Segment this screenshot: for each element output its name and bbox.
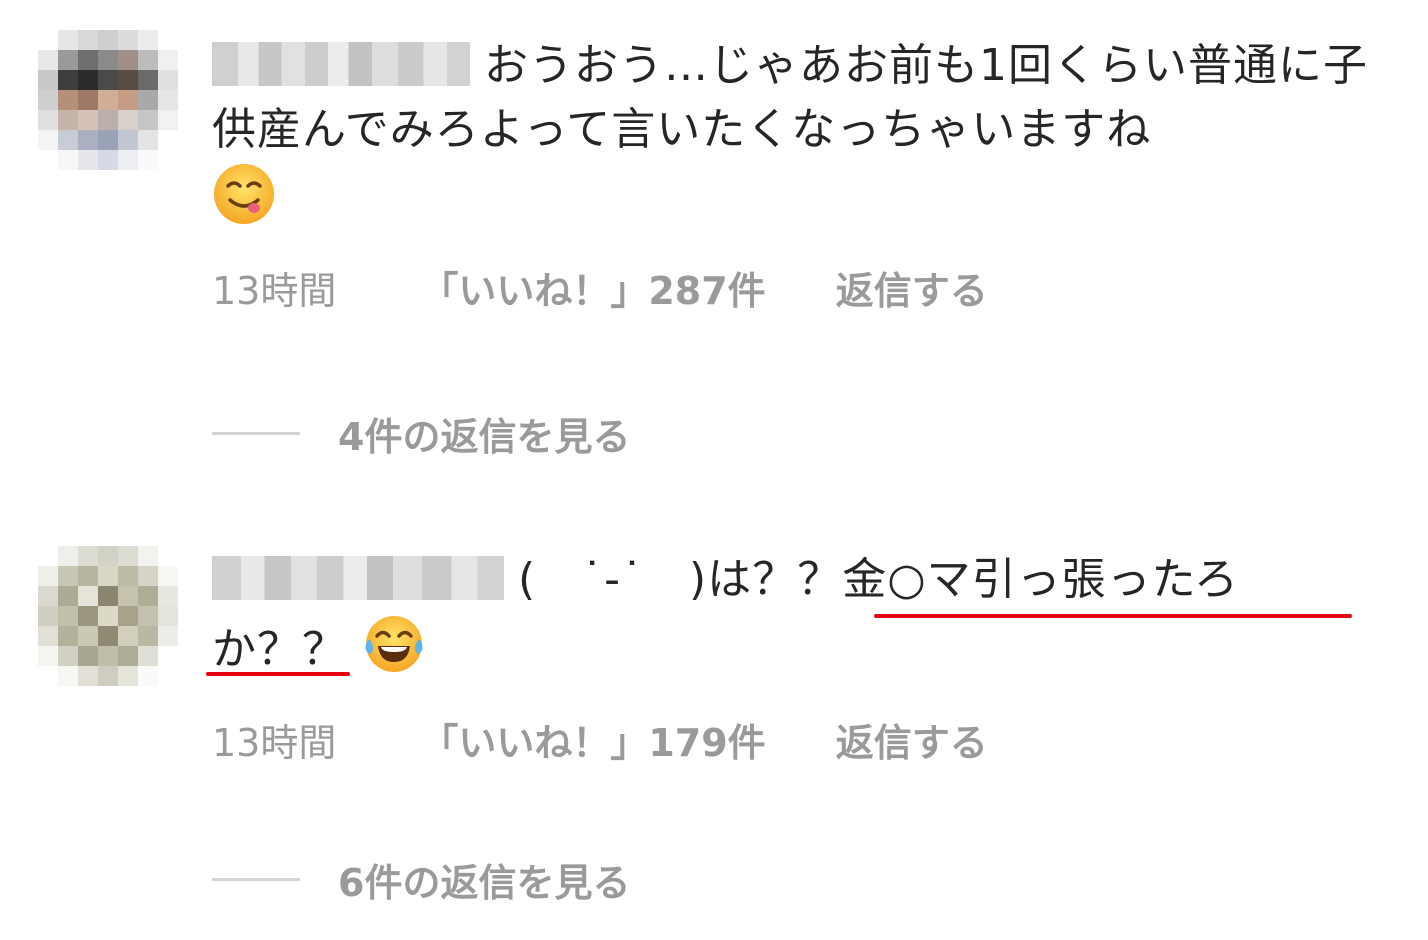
username-blurred[interactable] [212,42,470,86]
view-replies-label[interactable]: 6件の返信を見る [338,852,630,907]
underlined-phrase: 金○マ引っ張ったろ [842,554,1239,605]
comment-body-prefix: ( ˙-˙ )は？？ [518,554,843,605]
replies-divider [212,432,300,435]
comment-timestamp: 13時間 [212,269,337,313]
face-with-tears-of-joy-icon [365,616,423,672]
reply-button[interactable]: 返信する [836,260,988,315]
comment-meta: 13時間 「いいね！」179件 返信する [212,712,988,767]
view-replies-button[interactable]: 6件の返信を見る [212,852,630,907]
view-replies-button[interactable]: 4件の返信を見る [212,406,630,461]
username-blurred[interactable] [212,556,504,600]
underlined-phrase-continued: か？？ [212,624,347,675]
avatar[interactable] [38,546,178,686]
avatar[interactable] [38,30,178,170]
reply-button[interactable]: 返信する [836,712,988,767]
comment-meta: 13時間 「いいね！」287件 返信する [212,260,988,315]
view-replies-label[interactable]: 4件の返信を見る [338,406,630,461]
comment-text: おうおう…じゃあお前も1回くらい普通に子供産んでみろよって言いたくなっちゃいます… [212,34,1412,232]
likes-count[interactable]: 「いいね！」287件 [420,260,765,315]
replies-divider [212,878,300,881]
face-savoring-food-icon [214,164,274,224]
red-underline-mark [874,614,1352,618]
comment-timestamp: 13時間 [212,721,337,765]
red-underline-mark [206,672,350,676]
likes-count[interactable]: 「いいね！」179件 [420,712,765,767]
